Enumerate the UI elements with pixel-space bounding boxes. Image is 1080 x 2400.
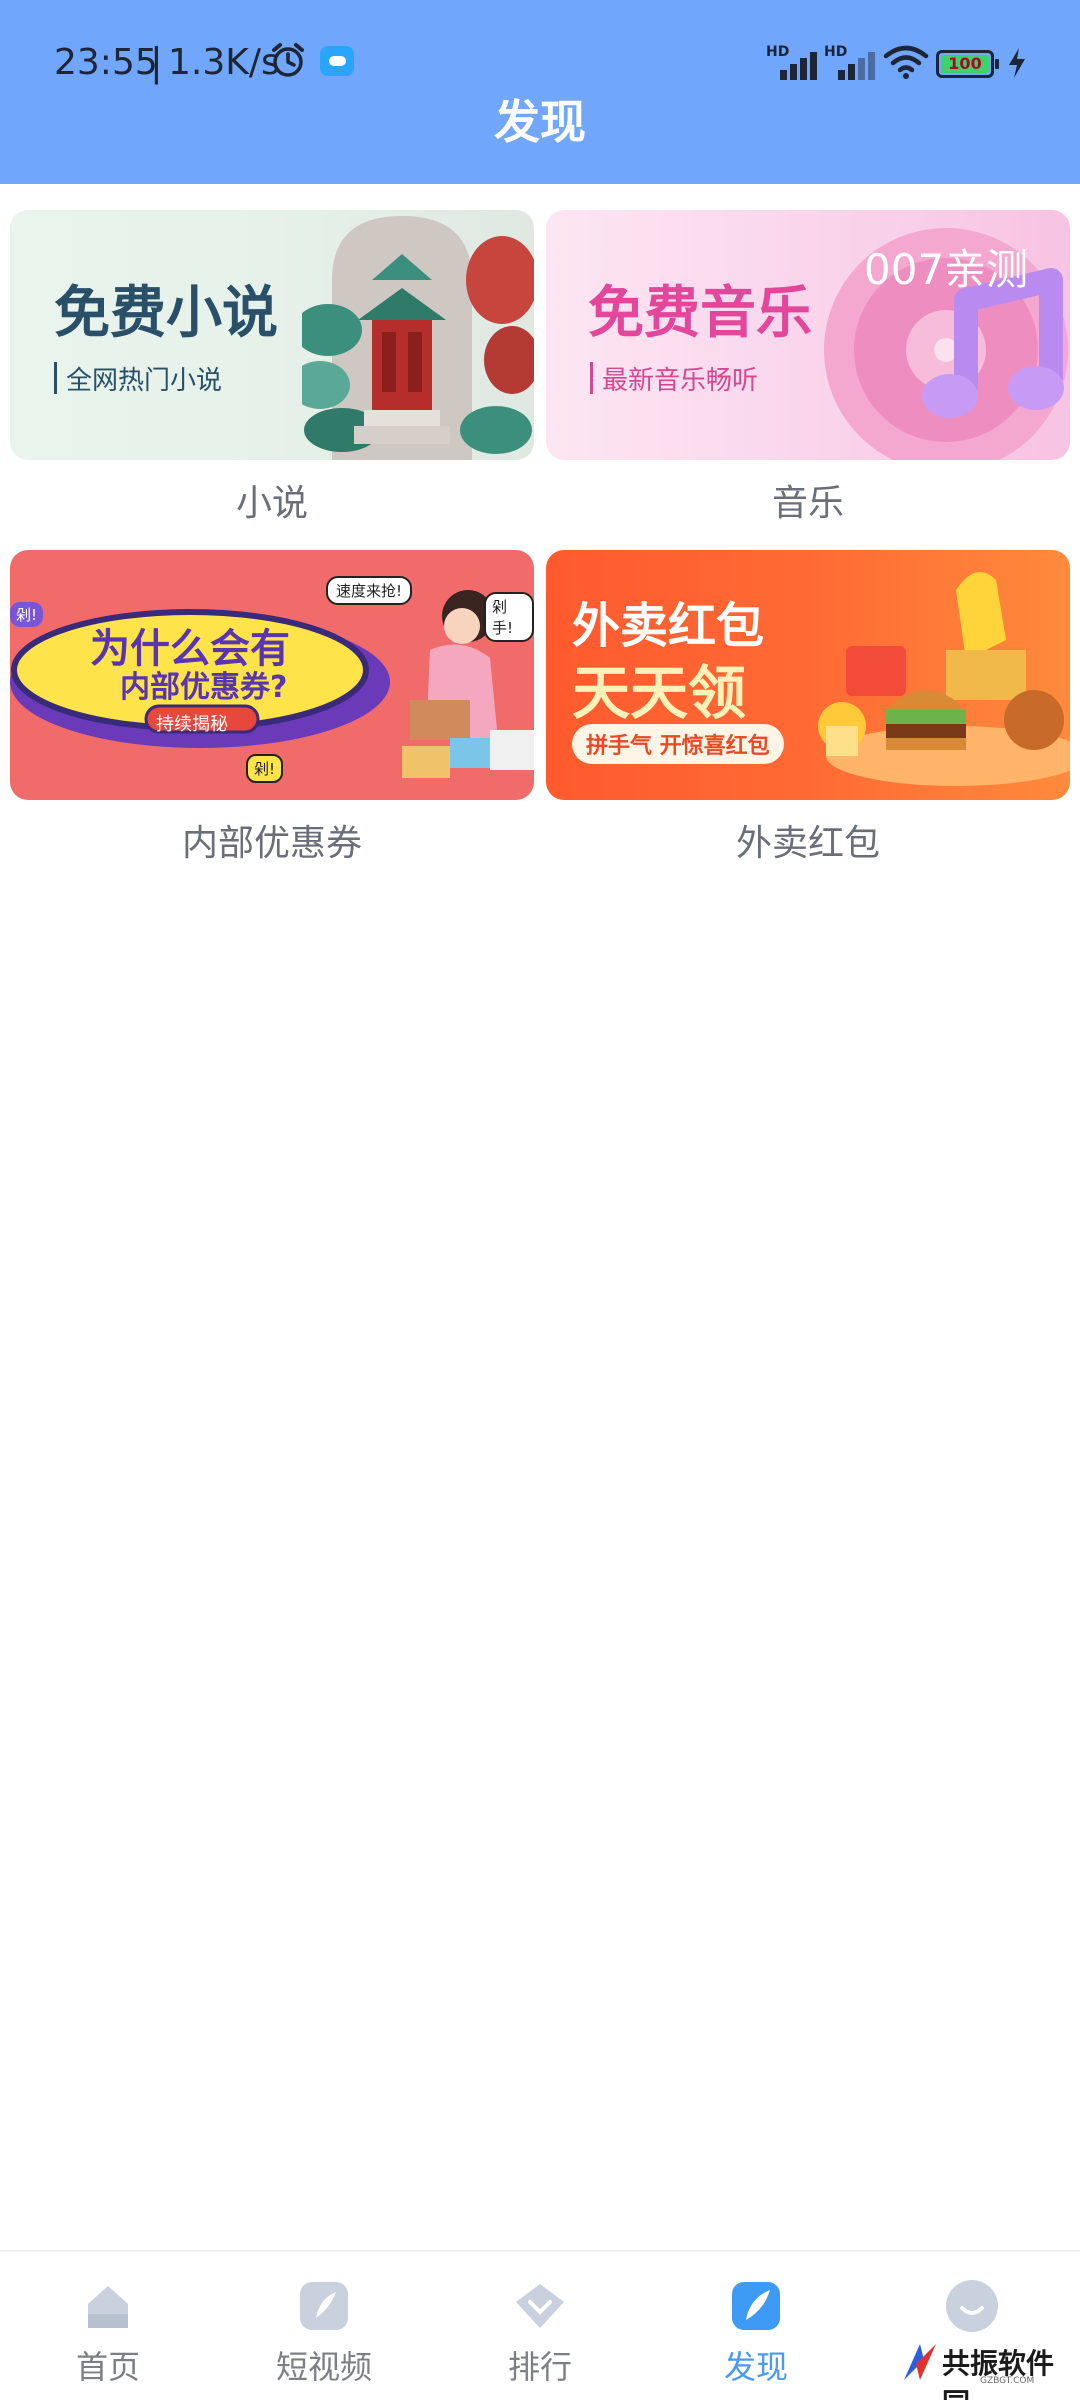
music-label[interactable]: 音乐: [546, 474, 1070, 526]
tab-label: 发现: [723, 2348, 788, 2386]
pavilion-illustration: [302, 216, 534, 460]
speech-bubble: 剁!: [246, 754, 284, 783]
tab-ranking[interactable]: 排行: [432, 2268, 648, 2388]
charging-icon: [1009, 48, 1025, 78]
profile-icon: [946, 2280, 998, 2332]
music-banner[interactable]: 007亲测 免费音乐 最新音乐畅听: [546, 210, 1070, 460]
banner-title-line2: 天天领: [572, 659, 747, 727]
battery-icon: 100: [936, 50, 999, 78]
speech-bubble: 剁手!: [484, 592, 534, 642]
network-speed: 1.3K/s: [168, 42, 280, 83]
wifi-icon: [883, 45, 929, 79]
signal-hd-label: HD: [766, 44, 790, 60]
app-header: 23:55 | 1.3K/s HD HD 100 发现: [0, 0, 1080, 184]
short-video-icon: [300, 2282, 348, 2330]
watermark-logo: 共振软件园 GZBGT.COM: [900, 2336, 1070, 2400]
banner-title-line2: 内部优惠券?: [120, 670, 288, 705]
tab-label: 首页: [75, 2348, 140, 2386]
alarm-icon: [272, 43, 304, 77]
banner-title: 免费音乐: [588, 281, 812, 346]
tab-label: 排行: [507, 2348, 572, 2386]
discover-icon: [732, 2282, 780, 2330]
signal-icon: HD: [766, 44, 820, 80]
coupon-label[interactable]: 内部优惠券: [10, 814, 534, 866]
watermark-text: 共振软件园: [942, 2347, 1055, 2400]
banner-title: 免费小说: [54, 281, 278, 346]
banner-tag: 007亲测: [864, 245, 1029, 294]
novel-banner[interactable]: 免费小说 全网热门小说: [10, 210, 534, 460]
novel-label[interactable]: 小说: [10, 474, 534, 526]
tab-label: 短视频: [275, 2348, 372, 2386]
banner-subtitle: 全网热门小说: [66, 366, 223, 396]
coupon-banner[interactable]: 为什么会有 内部优惠券? 持续揭秘 速度来抢! 剁手! 剁! 剁!: [10, 550, 534, 800]
tab-home[interactable]: 首页: [0, 2268, 216, 2388]
speech-bubble: 剁!: [10, 602, 44, 627]
ranking-icon: [516, 2284, 564, 2328]
signal-icon: HD: [824, 44, 878, 80]
takeout-illustration: [818, 572, 1070, 786]
status-separator: |: [150, 40, 163, 84]
page-title: 发现: [494, 95, 586, 149]
tab-short-video[interactable]: 短视频: [216, 2268, 432, 2388]
banner-subtitle: 持续揭秘: [156, 714, 228, 735]
banner-subtitle: 最新音乐畅听: [602, 366, 759, 396]
home-icon: [88, 2286, 128, 2328]
banner-subtitle: 拼手气 开惊喜红包: [572, 724, 784, 764]
battery-level: 100: [948, 54, 982, 73]
watermark-icon: [904, 2344, 936, 2380]
speech-bubble: 速度来抢!: [326, 576, 413, 605]
cloud-icon: [320, 46, 354, 76]
watermark-subtext: GZBGT.COM: [980, 2376, 1035, 2386]
signal-hd-label: HD: [824, 44, 848, 60]
takeout-label[interactable]: 外卖红包: [546, 814, 1070, 866]
status-time: 23:55: [54, 42, 158, 83]
takeout-banner[interactable]: 外卖红包 天天领 拼手气 开惊喜红包: [546, 550, 1070, 800]
tab-discover[interactable]: 发现: [648, 2268, 864, 2388]
